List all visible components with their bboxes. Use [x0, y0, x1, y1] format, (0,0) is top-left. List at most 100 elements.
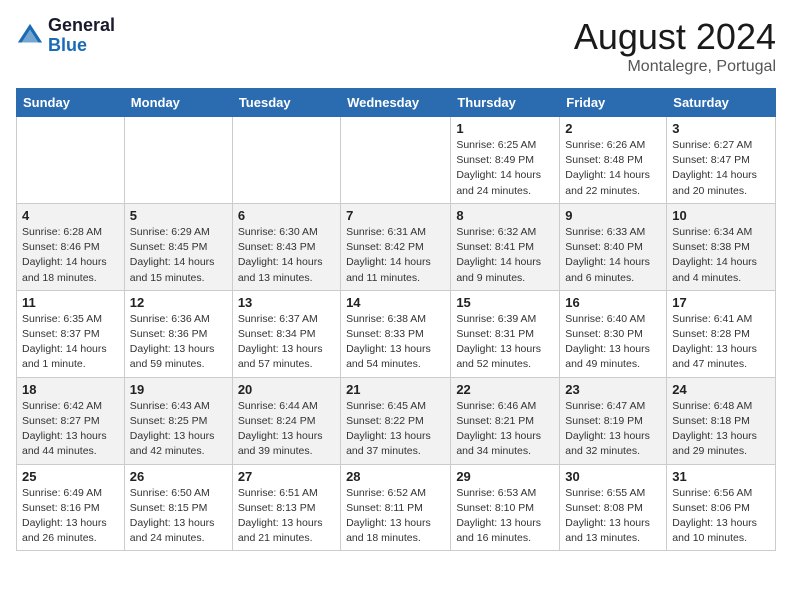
calendar-cell: 8 Sunrise: 6:32 AM Sunset: 8:41 PM Daylig… [451, 203, 560, 290]
day-header-monday: Monday [124, 89, 232, 117]
day-number: 3 [672, 121, 770, 136]
day-number: 24 [672, 382, 770, 397]
calendar-cell: 25 Sunrise: 6:49 AM Sunset: 8:16 PM Dayli… [17, 464, 125, 551]
logo-line1: General [48, 16, 115, 36]
calendar-cell [124, 117, 232, 204]
calendar-cell: 17 Sunrise: 6:41 AM Sunset: 8:28 PM Dayli… [667, 290, 776, 377]
calendar-header-row: SundayMondayTuesdayWednesdayThursdayFrid… [17, 89, 776, 117]
calendar-cell: 24 Sunrise: 6:48 AM Sunset: 8:18 PM Dayli… [667, 377, 776, 464]
day-detail: Sunrise: 6:31 AM Sunset: 8:42 PM Dayligh… [346, 225, 445, 286]
day-number: 5 [130, 208, 227, 223]
day-header-saturday: Saturday [667, 89, 776, 117]
day-detail: Sunrise: 6:56 AM Sunset: 8:06 PM Dayligh… [672, 486, 770, 547]
day-number: 29 [456, 469, 554, 484]
logo-line2: Blue [48, 36, 115, 56]
calendar-cell [341, 117, 451, 204]
day-detail: Sunrise: 6:25 AM Sunset: 8:49 PM Dayligh… [456, 138, 554, 199]
day-number: 8 [456, 208, 554, 223]
calendar-cell: 14Sunrise: 6:38 AM Sunset: 8:33 PM Dayli… [341, 290, 451, 377]
day-detail: Sunrise: 6:33 AM Sunset: 8:40 PM Dayligh… [565, 225, 661, 286]
day-number: 7 [346, 208, 445, 223]
day-detail: Sunrise: 6:35 AM Sunset: 8:37 PM Dayligh… [22, 312, 119, 373]
day-number: 10 [672, 208, 770, 223]
day-detail: Sunrise: 6:28 AM Sunset: 8:46 PM Dayligh… [22, 225, 119, 286]
day-detail: Sunrise: 6:46 AM Sunset: 8:21 PM Dayligh… [456, 399, 554, 460]
day-detail: Sunrise: 6:40 AM Sunset: 8:30 PM Dayligh… [565, 312, 661, 373]
day-detail: Sunrise: 6:52 AM Sunset: 8:11 PM Dayligh… [346, 486, 445, 547]
calendar-cell: 12Sunrise: 6:36 AM Sunset: 8:36 PM Dayli… [124, 290, 232, 377]
calendar-cell: 22 Sunrise: 6:46 AM Sunset: 8:21 PM Dayli… [451, 377, 560, 464]
calendar-cell: 1 Sunrise: 6:25 AM Sunset: 8:49 PM Daylig… [451, 117, 560, 204]
calendar-cell: 10 Sunrise: 6:34 AM Sunset: 8:38 PM Dayli… [667, 203, 776, 290]
calendar-cell: 3 Sunrise: 6:27 AM Sunset: 8:47 PM Daylig… [667, 117, 776, 204]
calendar-week-2: 4 Sunrise: 6:28 AM Sunset: 8:46 PM Daylig… [17, 203, 776, 290]
day-detail: Sunrise: 6:45 AM Sunset: 8:22 PM Dayligh… [346, 399, 445, 460]
calendar-cell: 9 Sunrise: 6:33 AM Sunset: 8:40 PM Daylig… [560, 203, 667, 290]
page-header: General Blue August 2024 Montalegre, Por… [16, 16, 776, 76]
calendar-week-5: 25 Sunrise: 6:49 AM Sunset: 8:16 PM Dayli… [17, 464, 776, 551]
calendar-cell: 11 Sunrise: 6:35 AM Sunset: 8:37 PM Dayli… [17, 290, 125, 377]
day-number: 28 [346, 469, 445, 484]
day-detail: Sunrise: 6:27 AM Sunset: 8:47 PM Dayligh… [672, 138, 770, 199]
calendar-cell: 15Sunrise: 6:39 AM Sunset: 8:31 PM Dayli… [451, 290, 560, 377]
calendar-week-1: 1 Sunrise: 6:25 AM Sunset: 8:49 PM Daylig… [17, 117, 776, 204]
day-detail: Sunrise: 6:29 AM Sunset: 8:45 PM Dayligh… [130, 225, 227, 286]
day-detail: Sunrise: 6:53 AM Sunset: 8:10 PM Dayligh… [456, 486, 554, 547]
logo-icon [16, 22, 44, 50]
day-number: 6 [238, 208, 335, 223]
day-number: 25 [22, 469, 119, 484]
day-number: 2 [565, 121, 661, 136]
day-detail: Sunrise: 6:43 AM Sunset: 8:25 PM Dayligh… [130, 399, 227, 460]
day-header-tuesday: Tuesday [232, 89, 340, 117]
calendar-cell: 13 Sunrise: 6:37 AM Sunset: 8:34 PM Dayli… [232, 290, 340, 377]
calendar-table: SundayMondayTuesdayWednesdayThursdayFrid… [16, 88, 776, 551]
calendar-cell: 23Sunrise: 6:47 AM Sunset: 8:19 PM Dayli… [560, 377, 667, 464]
month-year: August 2024 [574, 16, 776, 58]
day-detail: Sunrise: 6:49 AM Sunset: 8:16 PM Dayligh… [22, 486, 119, 547]
day-number: 30 [565, 469, 661, 484]
day-number: 9 [565, 208, 661, 223]
location: Montalegre, Portugal [574, 58, 776, 76]
calendar-cell: 27Sunrise: 6:51 AM Sunset: 8:13 PM Dayli… [232, 464, 340, 551]
day-detail: Sunrise: 6:50 AM Sunset: 8:15 PM Dayligh… [130, 486, 227, 547]
day-number: 26 [130, 469, 227, 484]
calendar-cell: 7 Sunrise: 6:31 AM Sunset: 8:42 PM Daylig… [341, 203, 451, 290]
day-header-friday: Friday [560, 89, 667, 117]
calendar-cell: 31Sunrise: 6:56 AM Sunset: 8:06 PM Dayli… [667, 464, 776, 551]
day-detail: Sunrise: 6:34 AM Sunset: 8:38 PM Dayligh… [672, 225, 770, 286]
day-number: 11 [22, 295, 119, 310]
day-detail: Sunrise: 6:55 AM Sunset: 8:08 PM Dayligh… [565, 486, 661, 547]
day-number: 19 [130, 382, 227, 397]
day-number: 13 [238, 295, 335, 310]
title-block: August 2024 Montalegre, Portugal [574, 16, 776, 76]
calendar-cell: 29 Sunrise: 6:53 AM Sunset: 8:10 PM Dayli… [451, 464, 560, 551]
day-header-thursday: Thursday [451, 89, 560, 117]
day-number: 16 [565, 295, 661, 310]
day-detail: Sunrise: 6:30 AM Sunset: 8:43 PM Dayligh… [238, 225, 335, 286]
day-detail: Sunrise: 6:51 AM Sunset: 8:13 PM Dayligh… [238, 486, 335, 547]
day-number: 1 [456, 121, 554, 136]
calendar-cell: 21 Sunrise: 6:45 AM Sunset: 8:22 PM Dayli… [341, 377, 451, 464]
calendar-cell [17, 117, 125, 204]
day-detail: Sunrise: 6:41 AM Sunset: 8:28 PM Dayligh… [672, 312, 770, 373]
calendar-cell: 2Sunrise: 6:26 AM Sunset: 8:48 PM Daylig… [560, 117, 667, 204]
day-detail: Sunrise: 6:32 AM Sunset: 8:41 PM Dayligh… [456, 225, 554, 286]
day-number: 22 [456, 382, 554, 397]
day-number: 4 [22, 208, 119, 223]
day-number: 18 [22, 382, 119, 397]
calendar-cell: 6 Sunrise: 6:30 AM Sunset: 8:43 PM Daylig… [232, 203, 340, 290]
day-detail: Sunrise: 6:42 AM Sunset: 8:27 PM Dayligh… [22, 399, 119, 460]
day-number: 20 [238, 382, 335, 397]
day-number: 23 [565, 382, 661, 397]
calendar-cell: 19 Sunrise: 6:43 AM Sunset: 8:25 PM Dayli… [124, 377, 232, 464]
day-number: 17 [672, 295, 770, 310]
calendar-cell: 28 Sunrise: 6:52 AM Sunset: 8:11 PM Dayli… [341, 464, 451, 551]
calendar-cell: 5 Sunrise: 6:29 AM Sunset: 8:45 PM Daylig… [124, 203, 232, 290]
calendar-cell: 30 Sunrise: 6:55 AM Sunset: 8:08 PM Dayli… [560, 464, 667, 551]
day-number: 12 [130, 295, 227, 310]
day-detail: Sunrise: 6:44 AM Sunset: 8:24 PM Dayligh… [238, 399, 335, 460]
day-detail: Sunrise: 6:48 AM Sunset: 8:18 PM Dayligh… [672, 399, 770, 460]
day-number: 15 [456, 295, 554, 310]
day-detail: Sunrise: 6:37 AM Sunset: 8:34 PM Dayligh… [238, 312, 335, 373]
day-number: 21 [346, 382, 445, 397]
